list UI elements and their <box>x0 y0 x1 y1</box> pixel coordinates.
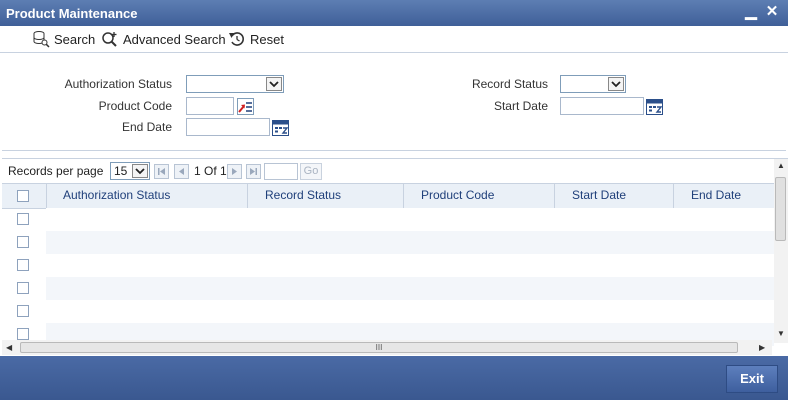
horizontal-scroll-thumb[interactable]: III <box>20 342 738 353</box>
table-header: Authorization Status Record Status Produ… <box>2 183 774 209</box>
calendar-icon <box>272 120 289 136</box>
table-row[interactable] <box>46 277 774 300</box>
row-checkbox[interactable] <box>17 305 29 317</box>
first-page-button[interactable] <box>154 164 169 179</box>
records-per-page-value: 15 <box>114 164 128 178</box>
end-date-label: End Date <box>121 120 172 134</box>
go-button[interactable]: Go <box>300 163 322 180</box>
previous-page-icon <box>179 168 184 175</box>
column-divider <box>403 184 404 208</box>
records-per-page-label: Records per page <box>8 164 104 178</box>
window-title: Product Maintenance <box>6 6 138 21</box>
product-code-label: Product Code <box>98 99 172 113</box>
pager: Records per page 15 1 Of 1 Go <box>2 159 788 183</box>
search-form: Authorization Status Product Code End Da… <box>2 53 786 151</box>
start-date-calendar-button[interactable] <box>646 98 663 115</box>
advanced-search-icon <box>102 32 117 47</box>
calendar-icon <box>646 99 663 115</box>
title-bar: Product Maintenance ▁ ✕ <box>0 0 788 26</box>
table-row[interactable] <box>46 254 774 277</box>
reset-icon <box>229 32 244 46</box>
scroll-up-icon[interactable]: ▲ <box>777 161 785 170</box>
search-label: Search <box>54 31 96 47</box>
reset-button[interactable]: Reset <box>228 30 284 48</box>
next-page-button[interactable] <box>227 164 242 179</box>
chevron-down-icon <box>132 164 148 178</box>
column-header-end-date[interactable]: End Date <box>691 188 741 202</box>
advanced-search-label: Advanced Search <box>123 31 226 47</box>
row-checkbox[interactable] <box>17 282 29 294</box>
reset-label: Reset <box>250 31 284 47</box>
column-header-record-status[interactable]: Record Status <box>265 188 341 202</box>
footer-bar: Exit <box>0 356 788 400</box>
row-checkbox[interactable] <box>17 328 29 340</box>
end-date-calendar-button[interactable] <box>272 119 289 136</box>
record-status-label: Record Status <box>471 77 548 91</box>
table-row[interactable] <box>46 208 774 231</box>
search-button[interactable]: Search <box>32 30 95 48</box>
next-page-icon <box>232 168 237 175</box>
go-to-page-input[interactable] <box>264 163 298 180</box>
end-date-input[interactable] <box>186 118 270 136</box>
toolbar: Search Advanced Search Reset <box>0 26 788 53</box>
column-divider <box>673 184 674 208</box>
advanced-search-button[interactable]: Advanced Search <box>101 30 226 48</box>
column-header-start-date[interactable]: Start Date <box>572 188 626 202</box>
records-per-page-select[interactable]: 15 <box>110 162 150 180</box>
row-checkbox[interactable] <box>17 236 29 248</box>
previous-page-button[interactable] <box>174 164 189 179</box>
vertical-scroll-thumb[interactable] <box>775 177 786 241</box>
horizontal-scrollbar[interactable]: ◀ III ▶ <box>2 340 772 355</box>
column-divider <box>46 184 47 208</box>
scroll-right-icon[interactable]: ▶ <box>759 343 765 352</box>
row-checkbox[interactable] <box>17 213 29 225</box>
chevron-down-icon <box>266 77 282 91</box>
last-page-button[interactable] <box>246 164 261 179</box>
start-date-label: Start Date <box>493 99 548 113</box>
scroll-left-icon[interactable]: ◀ <box>6 343 12 352</box>
column-divider <box>247 184 248 208</box>
table-row[interactable] <box>46 231 774 254</box>
vertical-scrollbar[interactable]: ▲ ▼ <box>774 159 788 343</box>
list-of-values-icon <box>237 98 254 115</box>
authorization-status-select[interactable] <box>186 75 284 93</box>
product-code-lov-button[interactable] <box>237 98 254 115</box>
product-code-input[interactable] <box>186 97 234 115</box>
column-header-product-code[interactable]: Product Code <box>421 188 494 202</box>
last-page-icon <box>250 168 257 175</box>
scroll-down-icon[interactable]: ▼ <box>777 329 785 338</box>
search-database-icon <box>33 31 50 48</box>
column-divider <box>554 184 555 208</box>
first-page-icon <box>158 168 165 175</box>
results-grid: Records per page 15 1 Of 1 Go Authorizat… <box>2 158 788 355</box>
exit-button[interactable]: Exit <box>726 365 778 393</box>
select-all-checkbox[interactable] <box>17 190 29 202</box>
column-header-authorization-status[interactable]: Authorization Status <box>63 188 170 202</box>
start-date-input[interactable] <box>560 97 644 115</box>
chevron-down-icon <box>608 77 624 91</box>
minimize-button[interactable]: ▁ <box>742 2 760 22</box>
page-info: 1 Of 1 <box>194 164 227 178</box>
record-status-select[interactable] <box>560 75 626 93</box>
close-button[interactable]: ✕ <box>763 2 781 22</box>
table-row[interactable] <box>46 300 774 323</box>
authorization-status-label: Authorization Status <box>64 77 172 91</box>
row-checkbox[interactable] <box>17 259 29 271</box>
